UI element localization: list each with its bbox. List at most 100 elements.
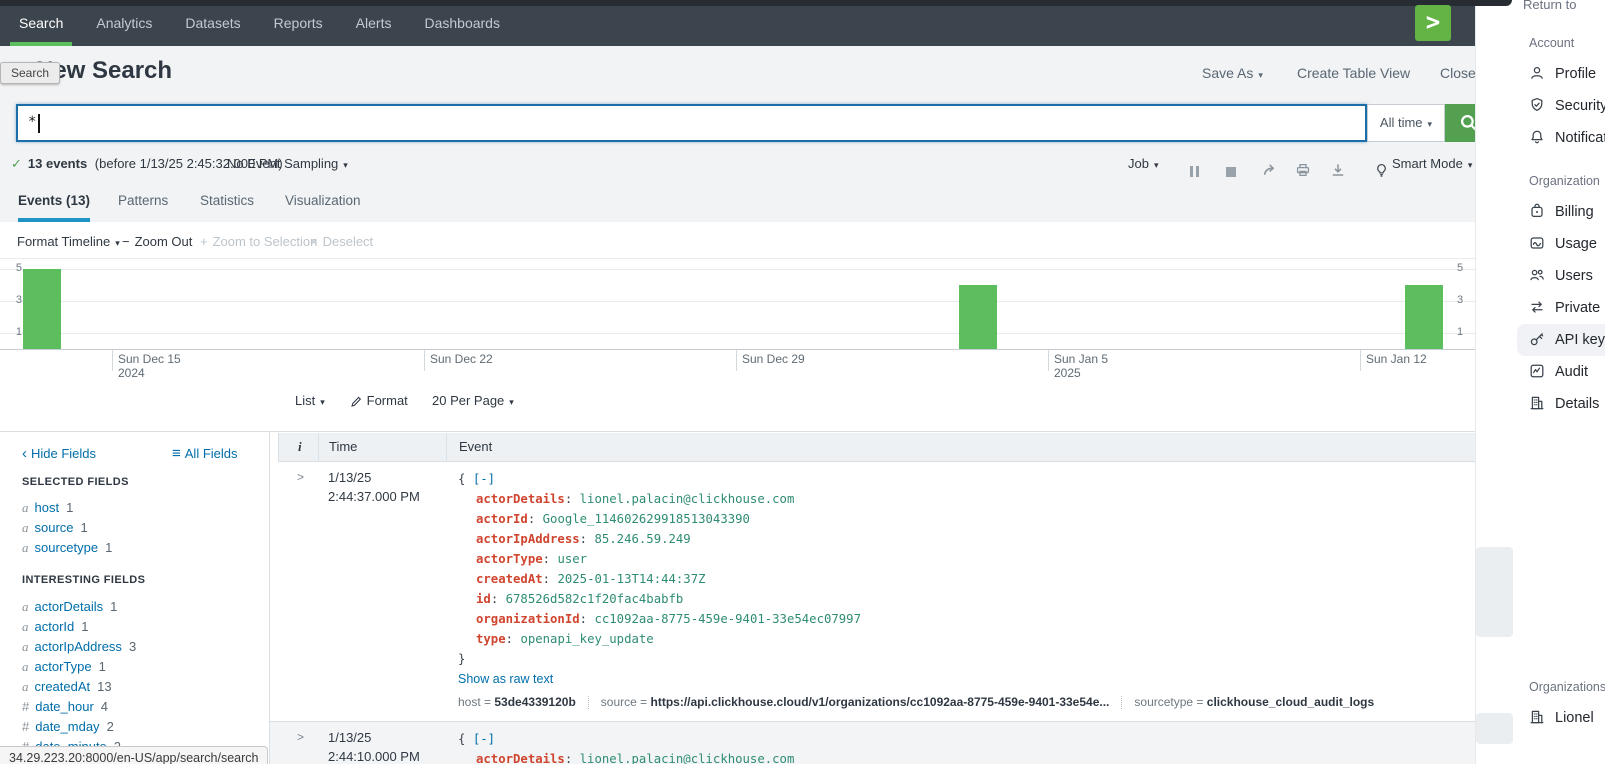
tab-patterns[interactable]: Patterns [118,180,168,218]
json-value[interactable]: 2025-01-13T14:44:37Z [557,572,705,586]
event-field-sourcetype[interactable]: sourcetype = clickhouse_cloud_audit_logs [1134,695,1374,709]
field-actorDetails[interactable]: aactorDetails1 [22,597,136,617]
nav-item-alerts[interactable]: Alerts [347,0,401,46]
timeline-bar[interactable] [959,285,997,349]
field-type-icon: # [22,719,29,734]
share-icon[interactable] [1262,155,1278,183]
json-key[interactable]: type [476,632,506,646]
nav-item-dashboards[interactable]: Dashboards [415,0,509,46]
event-field-source[interactable]: source = https://api.clickhouse.cloud/v1… [601,695,1110,709]
json-key[interactable]: organizationId [476,612,580,626]
timeline-bar[interactable] [23,269,61,349]
timeline-zoom-out-button[interactable]: −Zoom Out [122,230,192,254]
panel-item-notifications[interactable]: Notifications [1517,122,1605,154]
job-dropdown[interactable]: Job▾ [1128,150,1159,179]
search-input[interactable]: * [16,104,1367,142]
json-key[interactable]: id [476,592,491,606]
export-icon[interactable] [1330,155,1346,183]
list-view-dropdown[interactable]: List▾ [295,384,325,419]
field-date_mday[interactable]: #date_mday2 [22,717,136,737]
field-actorType[interactable]: aactorType1 [22,657,136,677]
expand-event-icon[interactable]: > [297,730,304,744]
format-button[interactable]: Format [350,384,408,418]
time-range-picker[interactable]: All time▾ [1367,104,1445,142]
nav-item-analytics[interactable]: Analytics [87,0,161,46]
hide-fields-link[interactable]: ‹Hide Fields [22,445,96,462]
panel-item-lionel[interactable]: Lionel [1517,702,1605,734]
return-to-link[interactable]: Return to [1523,0,1576,12]
event-row: >1/13/252:44:10.000 PM{ [-]actorDetails:… [270,721,1475,764]
json-value[interactable]: lionel.palacin@clickhouse.com [580,492,795,506]
panel-item-profile[interactable]: Profile [1517,58,1605,90]
json-value[interactable]: lionel.palacin@clickhouse.com [580,752,795,764]
field-sourcetype[interactable]: asourcetype1 [22,538,112,558]
event-sampling-dropdown[interactable]: No Event Sampling▾ [227,150,348,179]
timeline-bar[interactable] [1405,285,1443,349]
chevron-down-icon: ▾ [1468,160,1473,170]
timeline-format-timeline-button[interactable]: Format Timeline▾ [17,230,120,254]
events-table: i Time Event >1/13/252:44:37.000 PM{ [-]… [270,432,1475,764]
field-host[interactable]: ahost1 [22,498,112,518]
expand-event-icon[interactable]: > [297,470,304,484]
event-field-host[interactable]: host = 53de4339120b [458,695,576,709]
json-value[interactable]: Google_114602629918513043390 [543,512,750,526]
field-createdAt[interactable]: acreatedAt13 [22,677,136,697]
panel-item-details[interactable]: Details [1517,388,1605,420]
panel-item-api-keys[interactable]: API keys [1517,324,1605,356]
tab-visualization[interactable]: Visualization [285,180,361,218]
gridline [0,269,1475,270]
nav-item-reports[interactable]: Reports [265,0,332,46]
interesting-fields-header: INTERESTING FIELDS [22,574,145,586]
result-tabs: Events (13) Patterns Statistics Visualizati… [0,180,1475,222]
json-key[interactable]: actorId [476,512,528,526]
panel-item-usage[interactable]: Usage [1517,228,1605,260]
panel-item-users[interactable]: Users [1517,260,1605,292]
splunk-logo-icon[interactable]: > [1415,5,1451,41]
json-key[interactable]: actorIpAddress [476,532,580,546]
cloud-settings-panel: Return to AccountProfileSecurityNotifica… [1475,0,1605,764]
json-key[interactable]: actorDetails [476,492,565,506]
list-label: List [295,393,315,408]
close-button[interactable]: Close [1440,65,1476,81]
save-as-button[interactable]: Save As▾ [1202,65,1263,81]
create-table-view-button[interactable]: Create Table View [1297,65,1410,81]
tab-statistics[interactable]: Statistics [200,180,254,218]
json-value[interactable]: user [557,552,587,566]
all-fields-link[interactable]: ≡All Fields [172,445,238,462]
collapse-json-link[interactable]: [-] [473,472,495,486]
field-date_hour[interactable]: #date_hour4 [22,697,136,717]
panel-item-billing[interactable]: Billing [1517,196,1605,228]
smart-mode-dropdown[interactable]: Smart Mode▾ [1392,150,1472,179]
json-value[interactable]: openapi_key_update [520,632,653,646]
event-json: { [-]actorDetails: lionel.palacin@clickh… [458,729,794,764]
field-type-icon: a [22,639,29,654]
field-source[interactable]: asource1 [22,518,112,538]
json-key[interactable]: actorDetails [476,752,565,764]
tab-events-13[interactable]: Events (13) [18,180,90,222]
collapse-json-link[interactable]: [-] [473,732,495,746]
field-type-icon: a [22,679,29,694]
key-icon [1529,332,1545,348]
job-done-check-icon: ✓ [11,156,22,171]
nav-item-search[interactable]: Search [10,0,72,46]
per-page-dropdown[interactable]: 20 Per Page▾ [432,384,514,419]
json-value[interactable]: 678526d582c1f20fac4babfb [506,592,684,606]
print-icon[interactable] [1295,155,1311,183]
panel-item-private[interactable]: Private [1517,292,1605,324]
pencil-icon [350,393,363,408]
column-header-time: Time [329,433,357,461]
field-actorIpAddress[interactable]: aactorIpAddress3 [22,637,136,657]
top-nav: Search Analytics Datasets Reports Alerts Dash… [0,0,1475,46]
job-status-bar: ✓13 events (before 1/13/25 2:45:32.000 P… [0,150,1475,178]
x-axis-tick [1360,349,1361,371]
panel-item-audit[interactable]: Audit [1517,356,1605,388]
json-value[interactable]: 85.246.59.249 [594,532,690,546]
json-key[interactable]: actorType [476,552,543,566]
nav-item-datasets[interactable]: Datasets [176,0,249,46]
json-key[interactable]: createdAt [476,572,543,586]
panel-item-security[interactable]: Security [1517,90,1605,122]
users-icon [1529,268,1545,284]
json-value[interactable]: cc1092aa-8775-459e-9401-33e54ec07997 [594,612,861,626]
show-raw-text-link[interactable]: Show as raw text [458,669,1374,689]
field-actorId[interactable]: aactorId1 [22,617,136,637]
